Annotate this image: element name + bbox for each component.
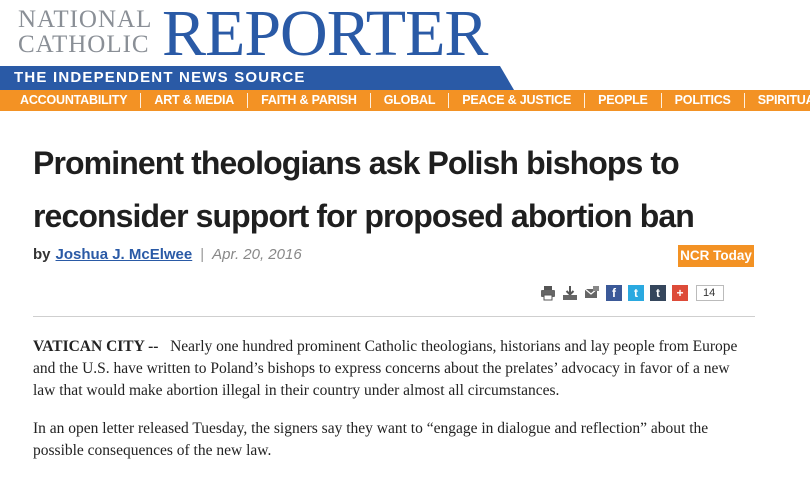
byline-by-label: by: [33, 246, 51, 263]
nav-item-accountability[interactable]: ACCOUNTABILITY: [0, 93, 142, 108]
dateline: VATICAN CITY --: [33, 338, 159, 355]
site-logo-reporter[interactable]: REPORTER: [162, 1, 488, 67]
twitter-icon[interactable]: t: [628, 285, 644, 301]
save-icon[interactable]: [562, 285, 578, 301]
nav-item-art-media[interactable]: ART & MEDIA: [141, 93, 249, 108]
email-icon[interactable]: [584, 285, 600, 301]
divider: [33, 316, 755, 317]
nav-item-spirituality[interactable]: SPIRITUALITY: [745, 93, 810, 108]
article-headline: Prominent theologians ask Polish bishops…: [33, 145, 695, 234]
nav-item-politics[interactable]: POLITICS: [662, 93, 745, 108]
share-toolbar: f t t + 14: [540, 283, 725, 303]
byline: by Joshua J. McElwee | Apr. 20, 2016: [33, 246, 302, 263]
nav-item-people[interactable]: PEOPLE: [585, 93, 662, 108]
main-nav: ACCOUNTABILITY ART & MEDIA FAITH & PARIS…: [0, 90, 810, 111]
nav-item-faith-parish[interactable]: FAITH & PARISH: [248, 93, 371, 108]
paragraph: VATICAN CITY -- Nearly one hundred promi…: [33, 336, 755, 402]
facebook-icon[interactable]: f: [606, 285, 622, 301]
section-badge[interactable]: NCR Today: [678, 245, 754, 267]
print-icon[interactable]: [540, 285, 556, 301]
site-logo-subtitle[interactable]: NATIONAL CATHOLIC: [18, 7, 152, 57]
tumblr-icon[interactable]: t: [650, 285, 666, 301]
publish-date: Apr. 20, 2016: [212, 246, 302, 263]
google-plus-icon[interactable]: +: [672, 285, 688, 301]
author-link[interactable]: Joshua J. McElwee: [56, 246, 193, 263]
masthead: NATIONAL CATHOLIC REPORTER THE INDEPENDE…: [0, 0, 810, 92]
tagline-text: THE INDEPENDENT NEWS SOURCE: [14, 69, 306, 86]
logo-line-catholic: CATHOLIC: [18, 31, 150, 58]
tagline-banner: THE INDEPENDENT NEWS SOURCE: [0, 66, 514, 90]
nav-item-global[interactable]: GLOBAL: [371, 93, 450, 108]
share-count: 14: [696, 285, 725, 301]
paragraph: In an open letter released Tuesday, the …: [33, 420, 709, 459]
nav-item-peace-justice[interactable]: PEACE & JUSTICE: [449, 93, 586, 108]
article-body: VATICAN CITY -- Nearly one hundred promi…: [33, 336, 755, 478]
byline-separator: |: [200, 246, 205, 263]
logo-line-national: NATIONAL: [18, 6, 153, 33]
